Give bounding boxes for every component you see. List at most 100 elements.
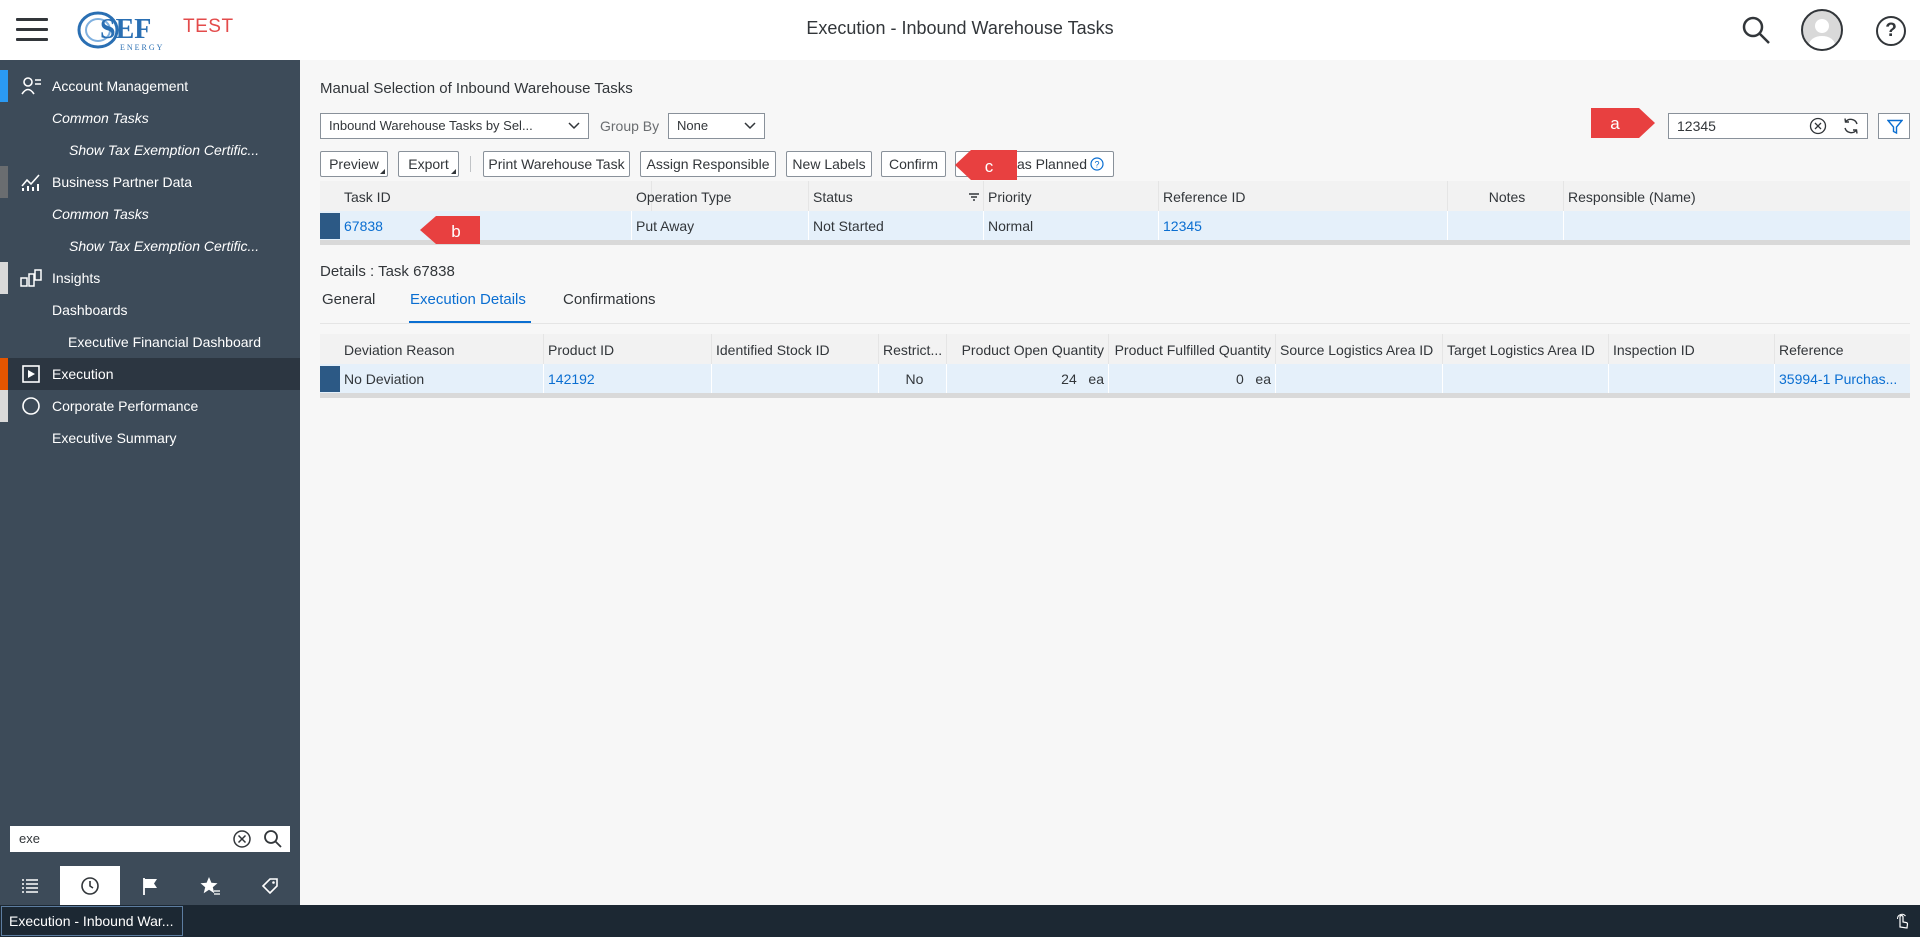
logo-text: SEF (100, 14, 151, 45)
sidebar-item-common-tasks-2[interactable]: Common Tasks (0, 198, 300, 230)
sidebar-item-label: Dashboards (52, 302, 128, 318)
reference-id-link[interactable]: 12345 (1159, 211, 1448, 240)
callout-b-arrow: b (420, 216, 480, 244)
sidebar-item-insights[interactable]: Insights (0, 262, 300, 294)
row-selection-indicator[interactable] (320, 213, 340, 239)
column-header-source-logistics-area-id[interactable]: Source Logistics Area ID (1276, 334, 1443, 365)
product-id-link[interactable]: 142192 (544, 364, 712, 393)
column-header-target-logistics-area-id[interactable]: Target Logistics Area ID (1443, 334, 1609, 365)
sidebar-item-label: Business Partner Data (52, 174, 193, 190)
column-header-product-open-quantity[interactable]: Product Open Quantity (947, 334, 1109, 365)
sidebar-item-executive-financial-dashboard[interactable]: Executive Financial Dashboard (0, 326, 300, 358)
details-title: Details : Task 67838 (320, 263, 455, 280)
confirm-button[interactable]: Confirm (881, 151, 946, 177)
priority-cell: Normal (984, 211, 1159, 240)
column-header-identified-stock-id[interactable]: Identified Stock ID (712, 334, 879, 365)
callout-b-label: b (451, 222, 460, 241)
column-header-responsible[interactable]: Responsible (Name) (1564, 181, 1910, 212)
view-select[interactable]: Inbound Warehouse Tasks by Sel... (320, 113, 589, 139)
refresh-icon[interactable] (1842, 117, 1860, 135)
table-row[interactable]: No Deviation 142192 No 24 ea 0 ea 35994-… (320, 364, 1910, 394)
list-icon (22, 879, 38, 893)
column-header-operation-type[interactable]: Operation Type (632, 181, 809, 212)
sidebar-item-show-tax-exemption-2[interactable]: Show Tax Exemption Certific... (0, 230, 300, 262)
export-button[interactable]: Export (398, 151, 459, 177)
tab-general[interactable]: General (322, 291, 375, 308)
row-selection-indicator[interactable] (320, 366, 340, 392)
sidebar-item-label: Corporate Performance (52, 398, 199, 414)
item-color-bar (0, 166, 8, 198)
print-warehouse-task-button[interactable]: Print Warehouse Task (483, 151, 630, 177)
shell-header: SEF ENERGY TEST Execution - Inbound Ware… (0, 0, 1920, 60)
group-by-select[interactable]: None (668, 113, 765, 139)
sidebar-item-account-management[interactable]: Account Management (0, 70, 300, 102)
column-header-product-fulfilled-quantity[interactable]: Product Fulfilled Quantity (1109, 334, 1276, 365)
environment-label: TEST (183, 16, 234, 37)
column-header-product-id[interactable]: Product ID (544, 334, 712, 365)
reference-link[interactable]: 35994-1 Purchas... (1775, 364, 1910, 393)
group-by-label: Group By (600, 118, 660, 134)
svg-text:?: ? (1094, 160, 1099, 170)
sidebar-item-label: Show Tax Exemption Certific... (69, 142, 260, 158)
tag-tab[interactable] (240, 866, 300, 906)
sidebar-item-common-tasks[interactable]: Common Tasks (0, 102, 300, 134)
column-header-task-id[interactable]: Task ID (340, 181, 652, 212)
column-header-reference-id[interactable]: Reference ID (1159, 181, 1448, 212)
filter-button[interactable] (1878, 113, 1910, 139)
help-icon[interactable]: ? (1876, 16, 1906, 46)
tag-icon (261, 878, 278, 895)
sidebar-item-corporate-performance[interactable]: Corporate Performance (0, 390, 300, 422)
section-title: Manual Selection of Inbound Warehouse Ta… (320, 80, 633, 97)
status-cell: Not Started (809, 211, 984, 240)
user-avatar[interactable] (1801, 9, 1843, 51)
sidebar-item-execution[interactable]: Execution (0, 358, 300, 390)
search-icon[interactable] (1740, 14, 1772, 46)
clear-icon[interactable] (232, 829, 252, 849)
recent-tab[interactable] (60, 866, 120, 906)
clear-icon[interactable] (1809, 117, 1827, 135)
favorites-tab[interactable] (180, 866, 240, 906)
column-header-status[interactable]: Status (809, 181, 984, 212)
notes-cell (1447, 211, 1564, 240)
sidebar-item-dashboards[interactable]: Dashboards (0, 294, 300, 326)
table-row[interactable]: 67838 Put Away Not Started Normal 12345 (320, 211, 1910, 241)
task-id-link[interactable]: 67838 (340, 211, 632, 240)
tab-execution-details[interactable]: Execution Details (410, 291, 526, 308)
assign-responsible-button[interactable]: Assign Responsible (640, 151, 776, 177)
column-header-inspection-id[interactable]: Inspection ID (1609, 334, 1775, 365)
column-header-reference[interactable]: Reference (1775, 334, 1910, 365)
target-area-cell (1443, 364, 1609, 393)
column-header-deviation-reason[interactable]: Deviation Reason (340, 334, 544, 365)
operation-type-cell: Put Away (632, 211, 809, 240)
column-header-notes[interactable]: Notes (1447, 181, 1564, 212)
list-tab[interactable] (0, 866, 60, 906)
table-scrollbar[interactable] (320, 241, 1910, 245)
sidebar-item-executive-summary[interactable]: Executive Summary (0, 422, 300, 454)
fulfilled-quantity-cell: 0 ea (1109, 364, 1276, 393)
column-header-restricted[interactable]: Restrict... (879, 334, 947, 365)
company-logo[interactable]: SEF ENERGY (76, 8, 166, 52)
view-select-value: Inbound Warehouse Tasks by Sel... (329, 118, 533, 133)
flag-tab[interactable] (120, 866, 180, 906)
source-area-cell (1276, 364, 1443, 393)
sidebar-item-label: Common Tasks (52, 110, 149, 126)
preview-button[interactable]: Preview (320, 151, 388, 177)
column-header-priority[interactable]: Priority (984, 181, 1159, 212)
menu-icon[interactable] (16, 18, 48, 42)
sidebar-item-label: Common Tasks (52, 206, 149, 222)
callout-c-arrow: c (955, 150, 1017, 180)
touch-icon[interactable] (1894, 913, 1910, 929)
sidebar-item-label: Executive Financial Dashboard (68, 334, 261, 350)
sidebar-item-label: Account Management (52, 78, 189, 94)
tab-confirmations[interactable]: Confirmations (563, 291, 656, 308)
sidebar-item-business-partner-data[interactable]: Business Partner Data (0, 166, 300, 198)
task-search-input[interactable]: 12345 (1668, 113, 1868, 139)
sidebar-item-show-tax-exemption[interactable]: Show Tax Exemption Certific... (0, 134, 300, 166)
open-quantity-unit: ea (1088, 371, 1104, 387)
chart-icon (21, 174, 40, 191)
table-scrollbar[interactable] (320, 394, 1910, 398)
search-icon[interactable] (263, 829, 283, 849)
chevron-down-icon (568, 122, 580, 130)
open-app-tab[interactable]: Execution - Inbound War... (1, 906, 183, 936)
new-labels-button[interactable]: New Labels (786, 151, 872, 177)
